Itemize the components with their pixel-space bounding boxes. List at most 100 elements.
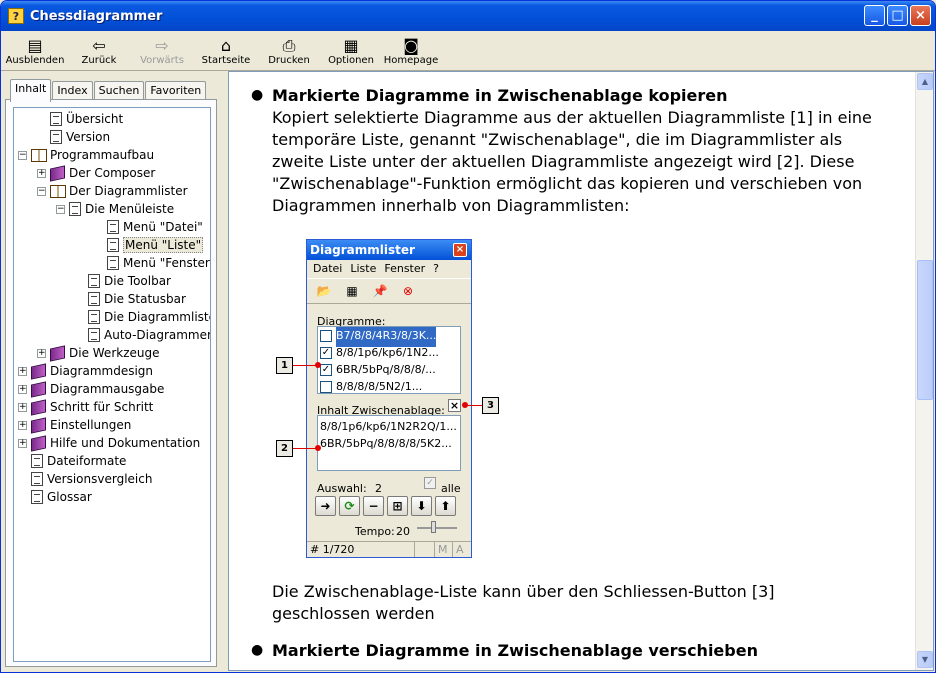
scroll-down-icon[interactable]: ▼ (917, 651, 933, 668)
status-empty (415, 542, 435, 557)
tree-item[interactable]: Auto-Diagrammer (75, 326, 211, 344)
expand-icon[interactable]: + (37, 168, 46, 178)
nav-tabs: Inhalt Index Suchen Favoriten (10, 79, 207, 102)
tree-item-label: Menü "Fenster" (123, 256, 211, 270)
tempo-value: 20 (396, 525, 410, 538)
body-line: "Zwischenablage"-Funktion ermöglicht das… (272, 174, 863, 193)
callout-3-line (466, 405, 482, 406)
tree-item[interactable]: Glossar (18, 488, 92, 506)
status-m: M (435, 542, 453, 557)
tree-item[interactable]: + Der Composer (37, 164, 155, 182)
body-line: Die Zwischenablage-Liste kann über den S… (272, 582, 775, 601)
tree-item[interactable]: Die Toolbar (75, 272, 171, 290)
checkbox (320, 329, 332, 342)
lister-menu: Datei Liste Fenster ? (307, 260, 471, 278)
stop-icon: ⊗ (402, 284, 414, 298)
vertical-scrollbar[interactable]: ▲ ▼ (915, 72, 933, 670)
checkbox (320, 380, 332, 393)
tab-suchen[interactable]: Suchen (93, 81, 145, 101)
tree-item[interactable]: Menü "Liste" (94, 236, 204, 254)
status-a: A (456, 543, 464, 556)
expand-icon[interactable]: + (18, 420, 27, 430)
options-button[interactable]: ▦ Optionen (321, 31, 381, 71)
tree-item[interactable]: − Programmaufbau (18, 146, 154, 164)
expand-icon[interactable]: + (18, 438, 27, 448)
scroll-up-icon[interactable]: ▲ (917, 73, 933, 90)
tree-item[interactable]: Menü "Fenster" (94, 254, 211, 272)
tree-item-label: Dateiformate (47, 454, 127, 468)
expand-icon[interactable]: + (18, 402, 27, 412)
lister-close-icon: × (453, 243, 467, 257)
book-icon (31, 416, 46, 434)
collapse-icon[interactable]: − (37, 186, 46, 196)
navigation-pane: Inhalt Index Suchen Favoriten Übersicht V… (4, 75, 218, 667)
tree-item[interactable]: + Einstellungen (18, 416, 131, 434)
move-right-icon: ➜ (315, 496, 336, 516)
tree-item[interactable]: Menü "Datei" (94, 218, 203, 236)
minimize-button[interactable]: _ (864, 5, 885, 26)
expand-icon[interactable]: + (18, 384, 27, 394)
arrow-up-icon: ⬆ (435, 496, 456, 516)
tree-item[interactable]: + Diagrammausgabe (18, 380, 164, 398)
callout-2: 2 (276, 440, 293, 457)
page-icon (107, 256, 119, 270)
bullet: ● (251, 642, 264, 658)
tree-item[interactable]: Übersicht (37, 110, 123, 128)
topic-pane: ● Markierte Diagramme in Zwischenablage … (228, 71, 934, 671)
callout-3-dot (462, 402, 468, 408)
tree-item[interactable]: Die Statusbar (75, 290, 186, 308)
tree-item-label: Die Werkzeuge (69, 346, 160, 360)
tree-item[interactable]: Dateiformate (18, 452, 126, 470)
hide-button[interactable]: ▤ Ausblenden (1, 31, 69, 71)
options-label: Optionen (328, 54, 374, 66)
tree-item[interactable]: Die Diagrammliste (75, 308, 210, 326)
status-count: # 1/720 (307, 542, 415, 557)
page-icon (31, 472, 43, 486)
print-button[interactable]: ⎙ Drucken (257, 31, 321, 71)
contents-panel: Übersicht Version − Programmaufbau + Der Comp… (5, 99, 217, 667)
tempo-slider-thumb (431, 521, 436, 533)
close-button[interactable]: × (910, 5, 931, 26)
maximize-button[interactable]: □ (887, 5, 908, 26)
expand-icon[interactable]: + (37, 348, 46, 358)
tab-favoriten[interactable]: Favoriten (145, 81, 207, 101)
tree-item-label: Der Diagrammlister (69, 184, 188, 198)
diagrammlister-screenshot: Diagrammlister × Datei Liste Fenster ? 📂… (306, 239, 472, 558)
tempo-slider-track (417, 527, 457, 529)
lister-statusbar: # 1/720 M A (307, 541, 471, 557)
homepage-button[interactable]: ◙ Homepage (381, 31, 441, 71)
forward-button[interactable]: ⇨ Vorwärts (129, 31, 195, 71)
tree-item-label: Auto-Diagrammer (104, 328, 211, 342)
title-bar[interactable]: ? Chessdiagrammer _ □ × (1, 1, 935, 31)
callout-1-dot (315, 362, 321, 368)
tree-item[interactable]: + Hilfe und Dokumentation (18, 434, 200, 452)
minus-icon: − (363, 496, 384, 516)
tree-item[interactable]: + Die Werkzeuge (37, 344, 160, 362)
tab-inhalt[interactable]: Inhalt (10, 79, 52, 102)
scroll-thumb[interactable] (917, 260, 933, 400)
collapse-icon[interactable]: − (18, 150, 27, 160)
pane-splitter[interactable] (218, 71, 228, 667)
contents-tree[interactable]: Übersicht Version − Programmaufbau + Der Comp… (13, 107, 211, 662)
tree-item[interactable]: − Die Menüleiste (56, 200, 174, 218)
tempo-label: Tempo: (355, 525, 395, 538)
tree-item[interactable]: + Diagrammdesign (18, 362, 153, 380)
tree-item[interactable]: Versionsvergleich (18, 470, 152, 488)
back-label: Zurück (81, 54, 117, 66)
topic-content: ● Markierte Diagramme in Zwischenablage … (229, 72, 915, 670)
tree-item[interactable]: + Schritt für Schritt (18, 398, 153, 416)
homepage-label: Homepage (383, 54, 439, 66)
expand-icon[interactable]: + (18, 366, 27, 376)
tree-item-label: Einstellungen (50, 418, 132, 432)
back-button[interactable]: ⇦ Zurück (69, 31, 129, 71)
start-page-button[interactable]: ⌂ Startseite (195, 31, 257, 71)
collapse-icon[interactable]: − (56, 204, 65, 214)
open-book-icon (31, 148, 47, 162)
hide-icon: ▤ (27, 35, 43, 55)
tree-item[interactable]: − Der Diagrammlister (37, 182, 188, 200)
bullet: ● (251, 87, 264, 103)
tab-index[interactable]: Index (52, 81, 93, 101)
tree-item[interactable]: Version (37, 128, 110, 146)
tree-item-label: Der Composer (69, 166, 156, 180)
section-body-copy: Kopiert selektierte Diagramme aus der ak… (272, 107, 902, 217)
